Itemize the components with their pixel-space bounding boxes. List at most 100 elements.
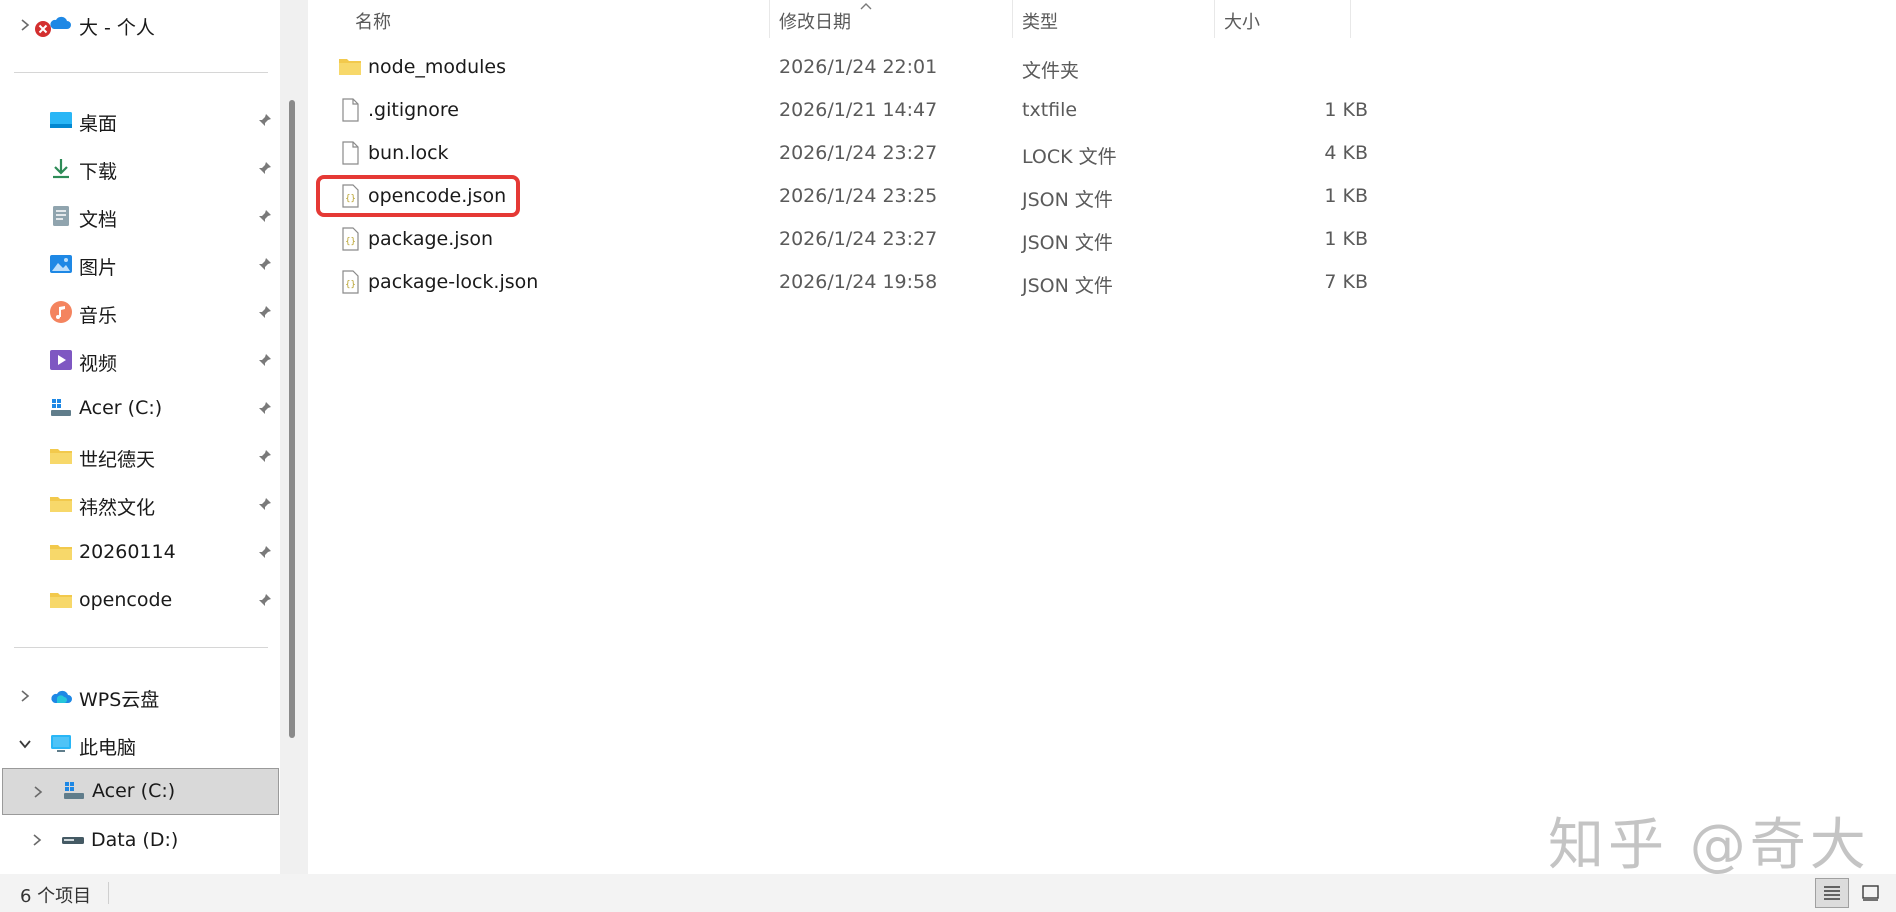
sidebar-scrollbar-thumb[interactable] bbox=[289, 100, 295, 738]
nav-item-acer-c-pinned[interactable]: Acer (C:) bbox=[0, 386, 280, 430]
column-separator[interactable] bbox=[1350, 0, 1351, 38]
details-view-icon bbox=[1824, 886, 1840, 900]
nav-item-downloads[interactable]: 下载 bbox=[0, 146, 280, 190]
nav-label: Acer (C:) bbox=[92, 780, 176, 802]
navigation-pane: 大 - 个人 桌面 下载 文档 图片 音乐 视频 Acer (C:) 世纪德天 … bbox=[0, 0, 291, 874]
file-row-gitignore[interactable]: .gitignore 2026/1/21 14:47 txtfile 1 KB bbox=[308, 89, 1368, 132]
nav-item-onedrive[interactable]: 大 - 个人 bbox=[0, 3, 280, 47]
file-size: 1 KB bbox=[1324, 99, 1368, 121]
nav-label: 图片 bbox=[79, 257, 118, 279]
file-name: package-lock.json bbox=[368, 271, 539, 293]
file-modified: 2026/1/21 14:47 bbox=[779, 99, 938, 121]
large-icons-view-button[interactable] bbox=[1854, 878, 1888, 908]
file-type: JSON 文件 bbox=[1022, 232, 1113, 254]
column-header-size[interactable]: 大小 bbox=[1224, 0, 1260, 42]
nav-label: 20260114 bbox=[79, 541, 176, 563]
file-type: txtfile bbox=[1022, 99, 1078, 121]
pin-icon[interactable] bbox=[258, 353, 272, 367]
file-row-opencode-json[interactable]: {} opencode.json 2026/1/24 23:25 JSON 文件… bbox=[308, 175, 1368, 218]
nav-item-data-d[interactable]: Data (D:) bbox=[0, 818, 280, 862]
file-icon bbox=[342, 141, 359, 165]
desktop-icon bbox=[50, 112, 72, 128]
nav-label: Data (D:) bbox=[91, 829, 179, 851]
chevron-right-icon[interactable] bbox=[30, 833, 44, 847]
file-modified: 2026/1/24 23:25 bbox=[779, 185, 938, 207]
column-header-modified[interactable]: 修改日期 bbox=[779, 0, 851, 42]
json-file-icon: {} bbox=[342, 184, 359, 208]
nav-item-videos[interactable]: 视频 bbox=[0, 338, 280, 382]
column-header-type[interactable]: 类型 bbox=[1022, 0, 1058, 42]
nav-item-folder-shiji[interactable]: 世纪德天 bbox=[0, 434, 280, 478]
nav-item-folder-20260114[interactable]: 20260114 bbox=[0, 530, 280, 574]
nav-label: 音乐 bbox=[79, 305, 118, 327]
item-count: 6 个项目 bbox=[20, 886, 92, 907]
file-modified: 2026/1/24 23:27 bbox=[779, 228, 938, 250]
status-bar: 6 个项目 bbox=[0, 874, 1896, 912]
nav-label: 此电脑 bbox=[79, 737, 137, 759]
tiles-view-icon bbox=[1862, 885, 1879, 901]
file-type: JSON 文件 bbox=[1022, 189, 1113, 211]
details-view-button[interactable] bbox=[1815, 878, 1849, 908]
file-name: node_modules bbox=[368, 56, 507, 78]
file-row-bun-lock[interactable]: bun.lock 2026/1/24 23:27 LOCK 文件 4 KB bbox=[308, 132, 1368, 175]
nav-label: Acer (C:) bbox=[79, 397, 163, 419]
pin-icon[interactable] bbox=[258, 113, 272, 127]
chevron-right-icon[interactable] bbox=[18, 689, 32, 703]
nav-item-acer-c[interactable]: Acer (C:) bbox=[2, 768, 279, 815]
file-explorer-window: 大 - 个人 桌面 下载 文档 图片 音乐 视频 Acer (C:) 世纪德天 … bbox=[0, 0, 1896, 912]
disk-icon bbox=[62, 837, 84, 844]
nav-item-pictures[interactable]: 图片 bbox=[0, 242, 280, 286]
file-modified: 2026/1/24 22:01 bbox=[779, 56, 938, 78]
folder-icon bbox=[50, 449, 72, 464]
file-name: bun.lock bbox=[368, 142, 449, 164]
chevron-right-icon[interactable] bbox=[31, 785, 45, 799]
file-size: 1 KB bbox=[1324, 228, 1368, 250]
nav-label: 世纪德天 bbox=[79, 449, 156, 471]
folder-icon bbox=[50, 545, 72, 560]
error-x-icon bbox=[35, 21, 51, 37]
nav-label: 祎然文化 bbox=[79, 497, 156, 519]
pin-icon[interactable] bbox=[258, 449, 272, 463]
nav-item-desktop[interactable]: 桌面 bbox=[0, 98, 280, 142]
nav-label: 视频 bbox=[79, 353, 118, 375]
nav-label: 下载 bbox=[79, 161, 118, 183]
file-row-package-lock-json[interactable]: {} package-lock.json 2026/1/24 19:58 JSO… bbox=[308, 261, 1368, 304]
nav-label: 大 - 个人 bbox=[79, 17, 155, 39]
column-separator[interactable] bbox=[769, 0, 770, 38]
drive-icon bbox=[51, 399, 71, 416]
nav-item-music[interactable]: 音乐 bbox=[0, 290, 280, 334]
video-icon bbox=[50, 350, 72, 370]
pin-icon[interactable] bbox=[258, 545, 272, 559]
file-modified: 2026/1/24 23:27 bbox=[779, 142, 938, 164]
file-size: 4 KB bbox=[1324, 142, 1368, 164]
file-row-package-json[interactable]: {} package.json 2026/1/24 23:27 JSON 文件 … bbox=[308, 218, 1368, 261]
pin-icon[interactable] bbox=[258, 497, 272, 511]
pin-icon[interactable] bbox=[258, 305, 272, 319]
column-separator[interactable] bbox=[1012, 0, 1013, 38]
nav-item-wps-cloud[interactable]: WPS云盘 bbox=[0, 674, 280, 718]
file-name: opencode.json bbox=[368, 185, 507, 207]
file-size: 7 KB bbox=[1324, 271, 1368, 293]
column-separator[interactable] bbox=[1214, 0, 1215, 38]
pin-icon[interactable] bbox=[258, 209, 272, 223]
file-row-node-modules[interactable]: node_modules 2026/1/24 22:01 文件夹 bbox=[308, 46, 1368, 89]
column-header-name[interactable]: 名称 bbox=[355, 0, 391, 42]
pin-icon[interactable] bbox=[258, 161, 272, 175]
chevron-right-icon[interactable] bbox=[18, 18, 32, 32]
file-name: package.json bbox=[368, 228, 494, 250]
chevron-down-icon[interactable] bbox=[18, 737, 32, 751]
pin-icon[interactable] bbox=[258, 401, 272, 415]
document-icon bbox=[53, 206, 69, 226]
nav-item-folder-yiran[interactable]: 祎然文化 bbox=[0, 482, 280, 526]
computer-icon bbox=[51, 735, 71, 752]
folder-icon bbox=[50, 593, 72, 608]
file-list-pane: 名称 修改日期 类型 大小 node_modules 2026/1/24 22:… bbox=[308, 0, 1896, 874]
pin-icon[interactable] bbox=[258, 593, 272, 607]
folder-icon bbox=[339, 59, 361, 75]
file-type: JSON 文件 bbox=[1022, 275, 1113, 297]
pin-icon[interactable] bbox=[258, 257, 272, 271]
nav-item-documents[interactable]: 文档 bbox=[0, 194, 280, 238]
file-type: LOCK 文件 bbox=[1022, 146, 1117, 168]
nav-item-folder-opencode[interactable]: opencode bbox=[0, 578, 280, 622]
nav-item-this-pc[interactable]: 此电脑 bbox=[0, 722, 280, 766]
